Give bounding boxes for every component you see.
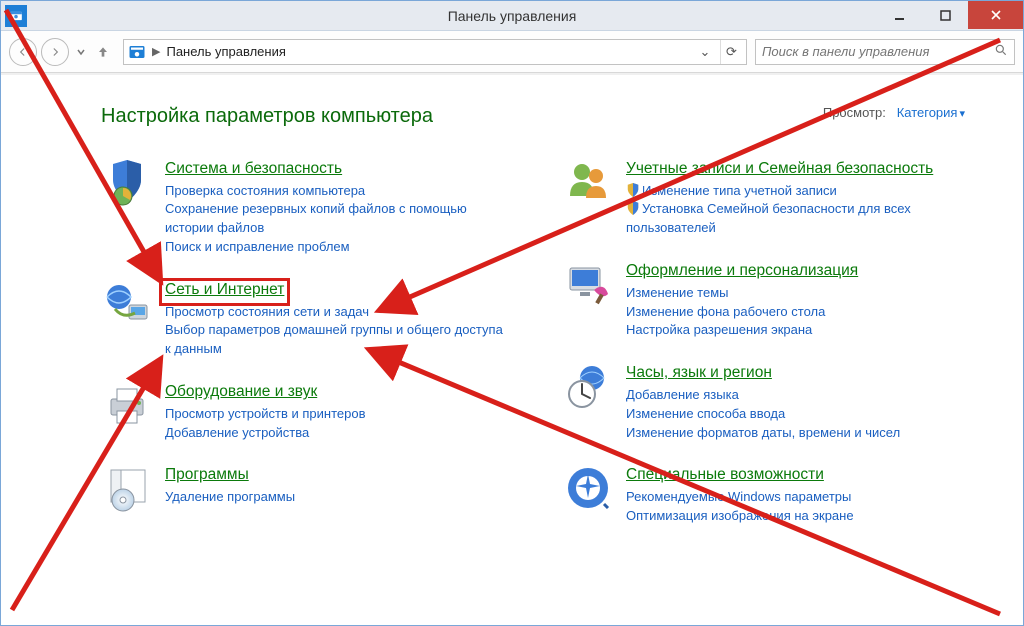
category-sublink[interactable]: Просмотр состояния сети и задач [165, 303, 505, 322]
control-panel-window: Панель управления ▶ Панель управления ⌄ … [0, 0, 1024, 626]
category-sublink[interactable]: Добавление устройства [165, 424, 505, 443]
content-area: Настройка параметров компьютера Просмотр… [1, 75, 1023, 625]
disc-box-icon [101, 464, 153, 516]
refresh-button[interactable]: ⟳ [720, 40, 742, 64]
category-body: Оборудование и звук Просмотр устройств и … [165, 381, 522, 442]
category-hardware-sound: Оборудование и звук Просмотр устройств и … [101, 381, 522, 442]
category-sublink[interactable]: Изменение форматов даты, времени и чисел [626, 424, 966, 443]
category-programs: Программы Удаление программы [101, 464, 522, 516]
category-sublink[interactable]: Просмотр устройств и принтеров [165, 405, 505, 424]
view-mode-dropdown[interactable]: Категория▾ [897, 105, 965, 120]
uac-shield-icon [626, 183, 640, 197]
category-body: Оформление и персонализация Изменение тем… [626, 260, 983, 340]
category-sublink[interactable]: Установка Семейной безопасности для всех… [626, 200, 966, 238]
category-sublink[interactable]: Сохранение резервных копий файлов с помо… [165, 200, 505, 238]
view-label: Просмотр: [823, 105, 886, 120]
category-title-link[interactable]: Оборудование и звук [165, 383, 317, 402]
category-sublink[interactable]: Удаление программы [165, 488, 505, 507]
address-bar[interactable]: ▶ Панель управления ⌄ ⟳ [123, 39, 747, 65]
printer-icon [101, 381, 153, 433]
category-sublink[interactable]: Изменение способа ввода [626, 405, 966, 424]
minimize-button[interactable] [876, 1, 922, 29]
back-button[interactable] [9, 38, 37, 66]
forward-button[interactable] [41, 38, 69, 66]
address-dropdown[interactable]: ⌄ [696, 44, 714, 60]
category-column-right: Учетные записи и Семейная безопасность Из… [562, 158, 983, 548]
search-icon[interactable] [994, 43, 1008, 60]
close-button[interactable] [968, 1, 1023, 29]
chevron-right-icon: ▶ [152, 45, 160, 58]
category-column-left: Система и безопасность Проверка состояния… [101, 158, 522, 548]
window-title: Панель управления [448, 8, 577, 24]
category-sublink[interactable]: Изменение фона рабочего стола [626, 303, 966, 322]
category-sublink[interactable]: Рекомендуемые Windows параметры [626, 488, 966, 507]
category-accessibility: Специальные возможности Рекомендуемые Win… [562, 464, 983, 525]
navigation-bar: ▶ Панель управления ⌄ ⟳ [1, 31, 1023, 73]
shield-chart-icon [101, 158, 153, 210]
category-sublink[interactable]: Настройка разрешения экрана [626, 321, 966, 340]
category-title-link[interactable]: Специальные возможности [626, 466, 824, 485]
category-body: Часы, язык и регионДобавление языкаИзмен… [626, 362, 983, 442]
category-title-link[interactable]: Часы, язык и регион [626, 364, 772, 383]
history-dropdown[interactable] [73, 38, 89, 66]
category-title-link[interactable]: Сеть и Интернет [165, 281, 284, 300]
globe-net-icon [101, 279, 153, 331]
people-icon [562, 158, 614, 210]
category-clock-region: Часы, язык и регионДобавление языкаИзмен… [562, 362, 983, 442]
category-body: Специальные возможности Рекомендуемые Win… [626, 464, 983, 525]
monitor-paint-icon [562, 260, 614, 312]
category-title-link[interactable]: Учетные записи и Семейная безопасность [626, 160, 933, 179]
category-user-accounts: Учетные записи и Семейная безопасность Из… [562, 158, 983, 238]
category-body: Сеть и Интернет Просмотр состояния сети и… [165, 279, 522, 359]
category-sublink[interactable]: Изменение темы [626, 284, 966, 303]
category-title-link[interactable]: Программы [165, 466, 249, 485]
category-system-security: Система и безопасность Проверка состояния… [101, 158, 522, 257]
category-appearance: Оформление и персонализация Изменение тем… [562, 260, 983, 340]
breadcrumb[interactable]: Панель управления [166, 44, 285, 59]
category-sublink[interactable]: Оптимизация изображения на экране [626, 507, 966, 526]
control-panel-icon [128, 43, 146, 61]
up-button[interactable] [91, 38, 115, 66]
view-mode-bar: Просмотр: Категория▾ [823, 105, 965, 120]
uac-shield-icon [626, 201, 640, 215]
category-sublink[interactable]: Изменение типа учетной записи [626, 182, 966, 201]
category-sublink[interactable]: Проверка состояния компьютера [165, 182, 505, 201]
category-body: Система и безопасность Проверка состояния… [165, 158, 522, 257]
category-sublink[interactable]: Поиск и исправление проблем [165, 238, 505, 257]
category-network-internet: Сеть и Интернет Просмотр состояния сети и… [101, 279, 522, 359]
search-box[interactable] [755, 39, 1015, 65]
category-body: Учетные записи и Семейная безопасность Из… [626, 158, 983, 238]
category-title-link[interactable]: Система и безопасность [165, 160, 342, 179]
titlebar: Панель управления [1, 1, 1023, 31]
category-sublink[interactable]: Добавление языка [626, 386, 966, 405]
category-body: Программы Удаление программы [165, 464, 522, 516]
clock-globe-icon [562, 362, 614, 414]
ease-access-icon [562, 464, 614, 516]
maximize-button[interactable] [922, 1, 968, 29]
category-title-link[interactable]: Оформление и персонализация [626, 262, 858, 281]
search-input[interactable] [762, 44, 994, 59]
system-menu-icon[interactable] [5, 5, 27, 27]
category-sublink[interactable]: Выбор параметров домашней группы и общег… [165, 321, 505, 359]
